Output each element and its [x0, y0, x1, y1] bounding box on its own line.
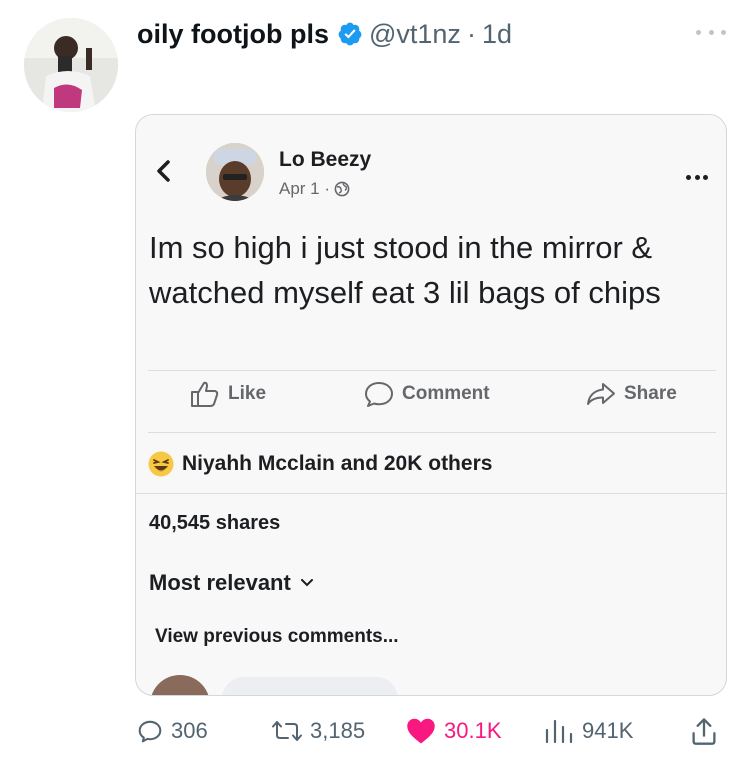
- share-arrow-icon: [587, 383, 615, 405]
- tweet-action-bar: 306 3,185 30.1K 941K: [0, 707, 750, 755]
- reply-count: 306: [171, 718, 208, 743]
- haha-reaction-icon: [148, 451, 174, 477]
- display-name[interactable]: oily footjob pls: [137, 19, 329, 50]
- reply-button[interactable]: 306: [137, 707, 208, 755]
- like-button[interactable]: 30.1K: [406, 707, 502, 755]
- views-button[interactable]: 941K: [544, 707, 633, 755]
- tweet-header: oily footjob pls @vt1nz · 1d: [137, 14, 512, 54]
- share-action: Share: [586, 380, 677, 408]
- globe-icon: [334, 181, 350, 197]
- more-options-icon[interactable]: [696, 22, 726, 42]
- post-date-text: Apr 1 ·: [279, 179, 331, 198]
- user-avatar[interactable]: [24, 18, 118, 112]
- reactions-summary: Niyahh Mcclain and 20K others: [148, 451, 492, 477]
- poster-name: Lo Beezy: [279, 148, 372, 171]
- retweet-icon: [272, 721, 302, 741]
- retweet-count: 3,185: [310, 718, 366, 743]
- poster-avatar: [206, 143, 264, 201]
- post-text: Im so high i just stood in the mirror & …: [149, 230, 661, 310]
- reactions-text: Niyahh Mcclain and 20K others: [182, 452, 493, 475]
- share-icon: [692, 718, 716, 745]
- share-button[interactable]: [690, 707, 726, 755]
- sort-selector: Most relevant: [149, 570, 313, 596]
- comment-bubble: [222, 677, 398, 695]
- views-count: 941K: [582, 718, 634, 743]
- retweet-button[interactable]: 3,185: [272, 707, 365, 755]
- like-count: 30.1K: [444, 718, 502, 743]
- back-chevron-icon: [157, 160, 170, 182]
- like-action: Like: [190, 380, 266, 408]
- post-date: Apr 1 ·: [279, 179, 350, 199]
- chevron-down-icon: [300, 579, 313, 587]
- post-actions: Like Comment Share: [136, 380, 726, 422]
- comment-bubble-icon: [365, 382, 393, 407]
- thumbs-up-icon: [191, 381, 219, 407]
- divider: [148, 370, 716, 371]
- divider: [136, 493, 726, 494]
- sort-label: Most relevant: [149, 570, 291, 595]
- shares-count: 40,545 shares: [149, 512, 281, 534]
- views-chart-icon: [545, 719, 573, 744]
- verified-badge-icon: [338, 22, 362, 46]
- view-previous-comments: View previous comments...: [155, 626, 399, 647]
- comment-action: Comment: [364, 380, 490, 408]
- attached-image[interactable]: Lo Beezy Apr 1 · Im so high i just stood…: [135, 114, 727, 696]
- reply-icon: [138, 720, 162, 743]
- share-label: Share: [624, 383, 677, 404]
- like-label: Like: [228, 383, 267, 404]
- timestamp[interactable]: 1d: [482, 19, 512, 50]
- commenter-avatar: [150, 675, 210, 695]
- divider: [148, 432, 716, 433]
- user-handle[interactable]: @vt1nz: [369, 19, 461, 50]
- comment-label: Comment: [402, 383, 490, 404]
- post-more-icon: [686, 173, 708, 181]
- separator-dot: ·: [466, 18, 476, 49]
- heart-icon: [407, 718, 435, 744]
